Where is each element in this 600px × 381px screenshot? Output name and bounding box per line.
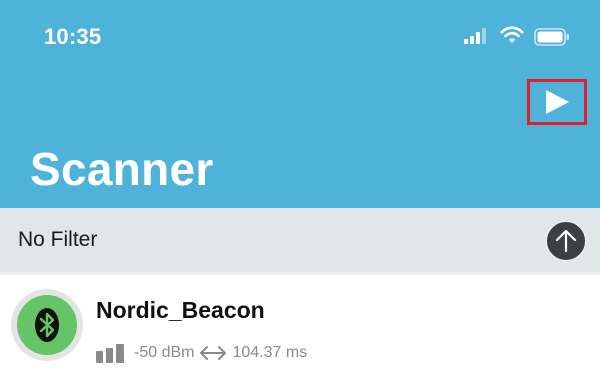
play-icon (527, 79, 587, 125)
wifi-icon (500, 26, 524, 43)
filter-label: No Filter (18, 228, 98, 251)
bluetooth-icon (35, 308, 59, 342)
device-meta: -50 dBm 104.37 ms (96, 343, 307, 363)
header: 10:35 Scanner (0, 0, 600, 208)
scanner-screen: 10:35 Scanner No Filter Nordic_Beacon -5… (0, 0, 600, 381)
status-icons (464, 26, 574, 48)
interval-arrow-icon (198, 344, 228, 362)
sort-button[interactable] (545, 220, 587, 262)
status-time: 10:35 (44, 24, 102, 49)
filter-bar[interactable]: No Filter (0, 208, 600, 272)
device-list-item[interactable]: Nordic_Beacon -50 dBm 104.37 ms (0, 275, 600, 381)
device-avatar (11, 289, 83, 361)
device-interval: 104.37 ms (232, 344, 308, 361)
battery-icon (534, 28, 569, 46)
start-scan-button[interactable] (527, 79, 587, 125)
arrow-up-icon (555, 229, 577, 253)
device-avatar-inner (17, 295, 77, 355)
page-title: Scanner (30, 143, 214, 195)
device-rssi: -50 dBm (134, 344, 195, 361)
cellular-signal-icon (464, 28, 486, 44)
signal-strength-icon (96, 344, 124, 363)
device-name: Nordic_Beacon (96, 297, 265, 323)
